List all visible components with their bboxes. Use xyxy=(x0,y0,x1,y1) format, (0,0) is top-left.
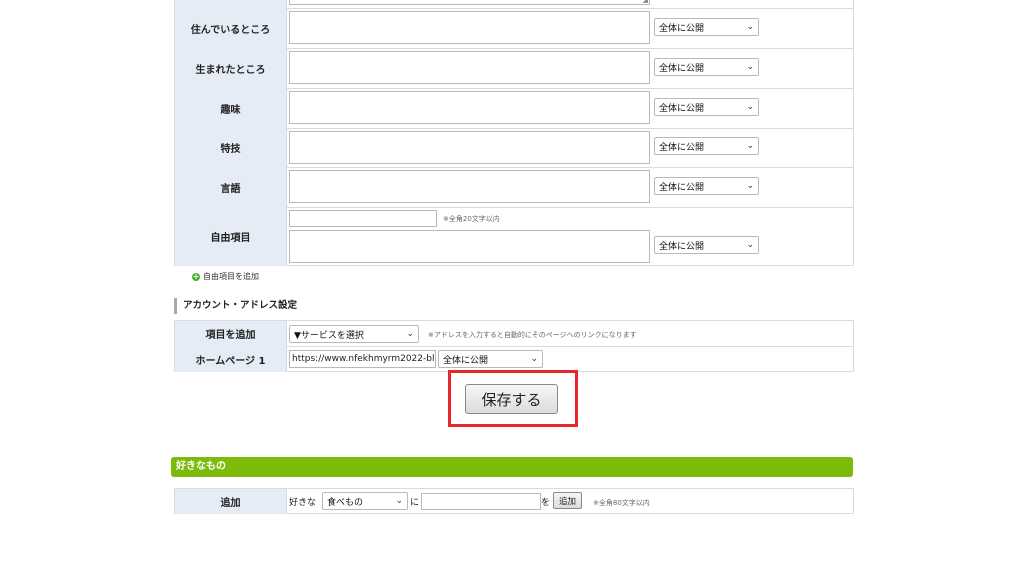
service-select-value: ▼サービスを選択 xyxy=(294,330,364,341)
homepage-url-value: https://www.nfekhmyrm2022-blog. xyxy=(292,354,436,364)
chevron-down-icon: ⌄ xyxy=(746,102,754,112)
visibility-select[interactable]: 全体に公開 ⌄ xyxy=(654,58,759,76)
likes-add-button[interactable]: 追加 xyxy=(553,492,582,509)
skill-textarea[interactable] xyxy=(289,131,650,164)
chevron-down-icon: ⌄ xyxy=(395,496,403,506)
likes-table: 追加 好きな 食べもの ⌄ に を 追加 ※全角80文字以内 xyxy=(174,488,854,514)
homepage-url-input[interactable]: https://www.nfekhmyrm2022-blog. xyxy=(289,350,436,368)
free-item-note: ※全角20文字以内 xyxy=(443,215,500,223)
visibility-select[interactable]: 全体に公開 ⌄ xyxy=(654,177,759,195)
save-button[interactable]: 保存する xyxy=(465,384,558,414)
hobby-textarea[interactable] xyxy=(289,91,650,124)
likes-section-title: 好きなもの xyxy=(176,461,226,472)
row-header xyxy=(175,0,286,8)
plus-circle-icon: + xyxy=(192,271,200,281)
chevron-down-icon: ⌄ xyxy=(746,240,754,250)
row-label: 生まれたところ xyxy=(175,48,286,88)
visibility-select[interactable]: 全体に公開 ⌄ xyxy=(654,236,759,254)
row-label: 住んでいるところ xyxy=(175,8,286,48)
visibility-value: 全体に公開 xyxy=(443,355,489,366)
free-item-row: 自由項目 ※全角20文字以内 全体に公開 ⌄ xyxy=(175,207,853,266)
language-textarea[interactable] xyxy=(289,170,650,203)
row-label: ホームページ 1 xyxy=(175,346,286,372)
add-free-item-label: 自由項目を追加 xyxy=(203,272,259,281)
row-label: 追加 xyxy=(175,489,286,514)
add-free-item-link[interactable]: + 自由項目を追加 xyxy=(192,271,259,282)
birthplace-textarea[interactable] xyxy=(289,51,650,84)
visibility-value: 全体に公開 xyxy=(659,63,705,74)
chevron-down-icon: ⌄ xyxy=(746,141,754,151)
particle-ni: に xyxy=(410,498,420,508)
chevron-down-icon: ⌄ xyxy=(530,354,538,364)
account-add-row: 項目を追加 ▼サービスを選択 ⌄ ※アドレスを入力すると自動的にそのページへのリン… xyxy=(175,321,853,347)
visibility-select[interactable]: 全体に公開 ⌄ xyxy=(654,137,759,155)
profile-table: ◢ 住んでいるところ 全体に公開 ⌄ 生まれたところ 全体に公開 ⌄ 趣味 全体に公… xyxy=(174,0,854,266)
section-heading-account: アカウント・アドレス設定 xyxy=(174,298,297,314)
service-select[interactable]: ▼サービスを選択 ⌄ xyxy=(289,325,419,343)
homepage-visibility-select[interactable]: 全体に公開 ⌄ xyxy=(438,350,543,368)
likes-note: ※全角80文字以内 xyxy=(593,499,650,507)
homepage-row: ホームページ 1 https://www.nfekhmyrm2022-blog.… xyxy=(175,346,853,372)
chevron-down-icon: ⌄ xyxy=(406,329,414,339)
visibility-value: 全体に公開 xyxy=(659,182,705,193)
profile-row: 趣味 全体に公開 ⌄ xyxy=(175,88,853,129)
likes-category-value: 食べもの xyxy=(327,497,364,508)
likes-add-row: 追加 好きな 食べもの ⌄ に を 追加 ※全角80文字以内 xyxy=(175,489,853,514)
profile-row: 生まれたところ 全体に公開 ⌄ xyxy=(175,48,853,89)
likes-category-select[interactable]: 食べもの ⌄ xyxy=(322,492,408,510)
particle-wo: を xyxy=(541,498,551,508)
row-label: 言語 xyxy=(175,167,286,207)
account-section-title: アカウント・アドレス設定 xyxy=(183,300,298,311)
profile-row: 特技 全体に公開 ⌄ xyxy=(175,128,853,168)
row-label: 趣味 xyxy=(175,88,286,128)
chevron-down-icon: ⌄ xyxy=(746,181,754,191)
profile-row: 住んでいるところ 全体に公開 ⌄ xyxy=(175,8,853,49)
likes-prefix: 好きな xyxy=(289,498,317,508)
likes-section-header: 好きなもの xyxy=(171,457,853,477)
visibility-value: 全体に公開 xyxy=(659,142,705,153)
partial-textarea[interactable]: ◢ xyxy=(289,0,650,5)
likes-text-input[interactable] xyxy=(421,493,541,510)
visibility-select[interactable]: 全体に公開 ⌄ xyxy=(654,18,759,36)
free-item-textarea[interactable] xyxy=(289,230,650,263)
row-label: 自由項目 xyxy=(175,207,286,266)
residence-textarea[interactable] xyxy=(289,11,650,44)
visibility-value: 全体に公開 xyxy=(659,23,705,34)
visibility-select[interactable]: 全体に公開 ⌄ xyxy=(654,98,759,116)
row-label: 項目を追加 xyxy=(175,321,286,346)
service-note: ※アドレスを入力すると自動的にそのページへのリンクになります xyxy=(428,331,637,339)
free-item-title-input[interactable] xyxy=(289,210,437,227)
visibility-value: 全体に公開 xyxy=(659,103,705,114)
row-label: 特技 xyxy=(175,128,286,167)
likes-add-button-label: 追加 xyxy=(558,496,576,507)
chevron-down-icon: ⌄ xyxy=(746,22,754,32)
save-button-label: 保存する xyxy=(481,390,542,409)
profile-row: 言語 全体に公開 ⌄ xyxy=(175,167,853,208)
visibility-value: 全体に公開 xyxy=(659,241,705,252)
account-table: 項目を追加 ▼サービスを選択 ⌄ ※アドレスを入力すると自動的にそのページへのリン… xyxy=(174,320,854,372)
chevron-down-icon: ⌄ xyxy=(746,62,754,72)
